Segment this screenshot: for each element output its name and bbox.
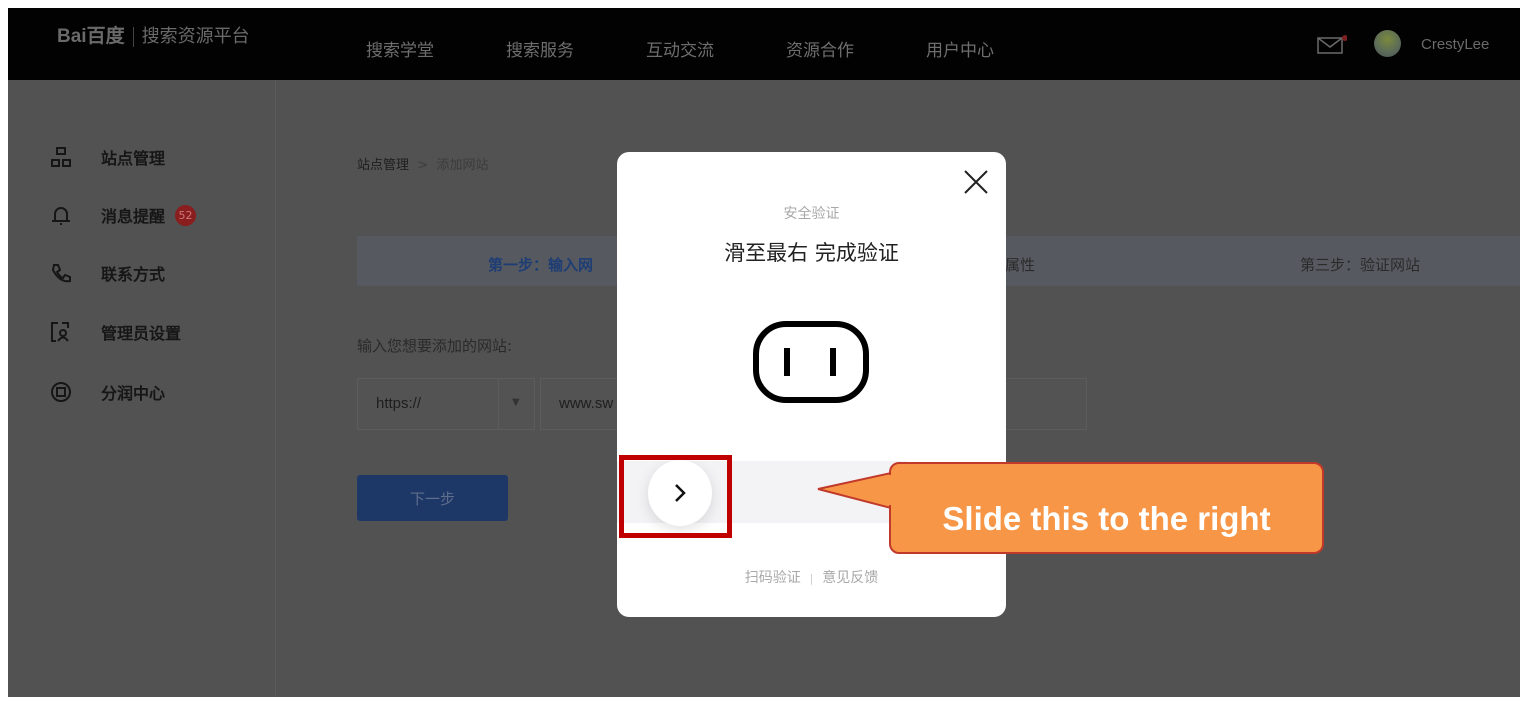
url-input-label: 输入您想要添加的网站:	[357, 337, 513, 355]
sidebar-item-messages[interactable]: 消息提醒 52	[50, 203, 197, 227]
bell-icon	[50, 204, 72, 226]
close-icon[interactable]	[963, 169, 989, 199]
avatar[interactable]	[1374, 30, 1401, 57]
sidebar-item-label: 站点管理	[101, 149, 166, 168]
sidebar-item-share-center[interactable]: 分润中心	[50, 380, 165, 404]
step-1: 第一步：输入网	[488, 256, 594, 274]
nav-user-center[interactable]: 用户中心	[926, 36, 994, 61]
platform-name: 搜索资源平台	[141, 26, 250, 46]
captcha-footer: 扫码验证 | 意见反馈	[617, 567, 1006, 587]
captcha-face-icon	[752, 320, 870, 408]
logo-text: Bai百度	[57, 26, 125, 47]
baidu-logo[interactable]: Bai百度 搜索资源平台	[57, 21, 250, 48]
message-count-badge: 52	[175, 204, 197, 226]
mail-icon[interactable]	[1317, 35, 1348, 59]
admin-icon	[50, 321, 72, 343]
sidebar-item-label: 消息提醒	[101, 207, 166, 226]
nav-services[interactable]: 搜索服务	[506, 36, 574, 61]
nav-interaction[interactable]: 互动交流	[646, 36, 714, 61]
username[interactable]: CrestyLee	[1421, 36, 1489, 53]
breadcrumb-root[interactable]: 站点管理	[357, 158, 409, 173]
footer-divider: |	[809, 572, 814, 585]
protocol-select[interactable]: https:// ▼	[357, 378, 535, 430]
breadcrumb-separator: >	[417, 158, 429, 173]
step-2: 属性	[1005, 256, 1036, 274]
annotation-highlight-box	[619, 455, 732, 538]
sidebar-item-label: 管理员设置	[101, 324, 182, 343]
next-step-button[interactable]: 下一步	[357, 475, 508, 521]
chevron-down-icon: ▼	[512, 397, 520, 408]
breadcrumb: 站点管理 > 添加网站	[357, 154, 488, 173]
sidebar-item-label: 联系方式	[101, 265, 166, 284]
sidebar-item-site-management[interactable]: 站点管理	[50, 145, 165, 169]
captcha-title: 安全验证	[783, 206, 840, 222]
captcha-instruction: 滑至最右 完成验证	[724, 241, 899, 265]
protocol-value: https://	[376, 395, 422, 412]
feedback-link[interactable]: 意见反馈	[822, 570, 878, 586]
share-icon	[50, 381, 72, 403]
annotation-callout: Slide this to the right	[889, 462, 1324, 554]
nav-learning[interactable]: 搜索学堂	[366, 36, 434, 61]
breadcrumb-current: 添加网站	[436, 158, 489, 173]
sidebar-divider	[275, 80, 276, 697]
step-3: 第三步：验证网站	[1300, 256, 1421, 274]
phone-icon	[50, 262, 72, 284]
scan-verify-link[interactable]: 扫码验证	[745, 570, 801, 586]
nav-cooperation[interactable]: 资源合作	[786, 36, 854, 61]
sidebar-item-admin-settings[interactable]: 管理员设置	[50, 320, 181, 344]
callout-pointer	[817, 471, 892, 510]
url-value: www.sw	[559, 395, 614, 412]
sitemap-icon	[50, 146, 72, 168]
sidebar-item-contact[interactable]: 联系方式	[50, 261, 165, 285]
sidebar-item-label: 分润中心	[101, 384, 166, 403]
